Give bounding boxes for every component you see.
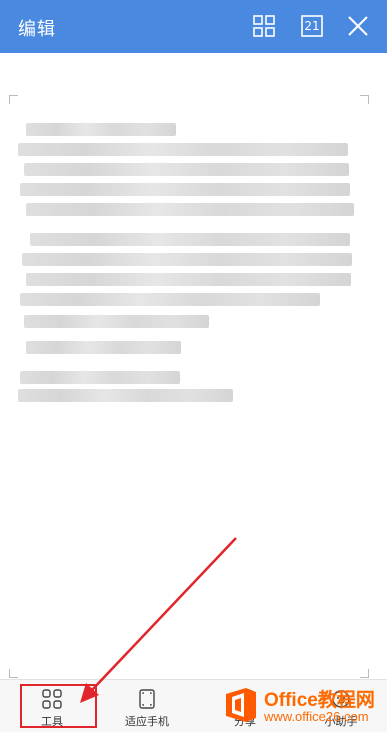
watermark-url: www.office26.com [264,709,369,724]
annotation-arrow [80,537,237,703]
site-watermark: Office教程网 www.office26.com [222,684,382,728]
office-logo-icon [226,688,256,722]
watermark-brand: Office教程网 [264,690,375,711]
